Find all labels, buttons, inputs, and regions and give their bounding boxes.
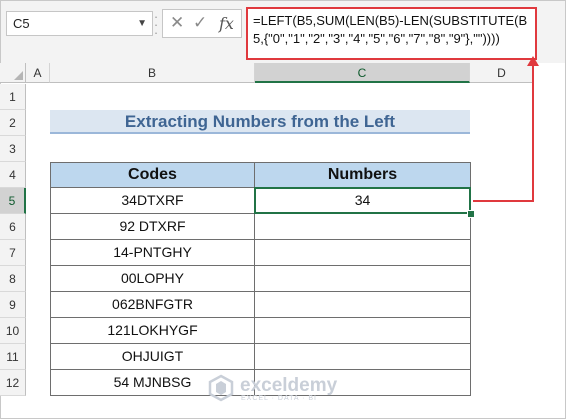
exceldemy-logo-icon	[208, 374, 234, 402]
watermark-name: exceldemy	[240, 375, 338, 396]
watermark: exceldemy EXCEL · DATA · BI	[207, 374, 337, 404]
callout-arrow	[473, 56, 539, 202]
watermark-tagline: EXCEL · DATA · BI	[241, 395, 317, 402]
